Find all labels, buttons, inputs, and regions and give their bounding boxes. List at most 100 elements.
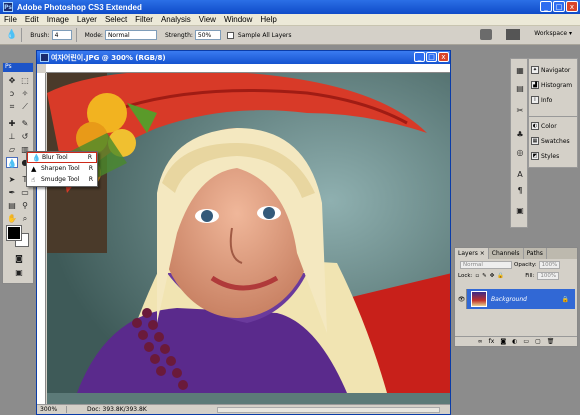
delete-layer-icon[interactable]: 🗑: [547, 338, 555, 345]
layer-background[interactable]: 👁 Background 🔒: [457, 289, 575, 309]
swatches-icon: ▦: [531, 137, 539, 145]
menu-view[interactable]: View: [195, 15, 220, 24]
doc-minimize-button[interactable]: _: [414, 52, 425, 62]
flyout-sharpen-tool[interactable]: ▲ Sharpen Tool R: [27, 163, 97, 174]
minimize-button[interactable]: _: [540, 1, 552, 12]
link-layers-icon[interactable]: ∞: [478, 338, 483, 345]
info-panel-tab[interactable]: i Info: [531, 96, 552, 104]
histogram-panel-tab[interactable]: ▟ Histogram: [531, 81, 572, 89]
brush-picker[interactable]: 4: [51, 30, 72, 40]
doc-maximize-button[interactable]: □: [426, 52, 437, 62]
crop-tool-icon[interactable]: ⌗: [6, 101, 18, 112]
path-selection-tool-icon[interactable]: ➤: [6, 174, 18, 185]
brush-tool-icon[interactable]: ✎: [19, 118, 31, 129]
eye-icon[interactable]: 👁: [457, 289, 467, 309]
actions-icon[interactable]: ◎: [514, 147, 526, 158]
opacity-input[interactable]: 100%: [538, 261, 561, 269]
menu-edit[interactable]: Edit: [21, 15, 43, 24]
menu-select[interactable]: Select: [101, 15, 131, 24]
fill-input[interactable]: 100%: [537, 272, 560, 280]
move-tool-icon[interactable]: ✥: [6, 75, 18, 86]
menu-analysis[interactable]: Analysis: [157, 15, 195, 24]
tab-channels[interactable]: Channels: [489, 248, 524, 259]
quick-mask-icon[interactable]: ◙: [13, 253, 25, 264]
slice-tool-icon[interactable]: ⟋: [19, 101, 31, 112]
paragraph-icon[interactable]: ¶: [514, 185, 526, 196]
tool-presets-icon[interactable]: ▤: [514, 83, 526, 94]
blend-mode-select[interactable]: Normal: [460, 261, 512, 269]
clone-source-icon[interactable]: ♣: [514, 129, 526, 140]
marquee-tool-icon[interactable]: ⬚: [19, 75, 31, 86]
flyout-blur-tool[interactable]: 💧 Blur Tool R: [27, 152, 97, 163]
foreground-color-swatch[interactable]: [6, 225, 22, 241]
panel-group-list: ✦ Navigator ▟ Histogram i Info ◐ Color ▦ Swat…: [528, 58, 578, 168]
screen-mode-icon[interactable]: ▣: [13, 267, 25, 278]
layer-style-icon[interactable]: fx: [489, 338, 495, 345]
sample-all-layers-checkbox[interactable]: [226, 31, 234, 39]
brush-size: 4: [54, 31, 59, 39]
menu-help[interactable]: Help: [256, 15, 280, 24]
new-group-icon[interactable]: ▭: [523, 338, 529, 345]
blur-tool-button-icon[interactable]: 💧: [6, 157, 18, 168]
color-icon: ◐: [531, 122, 539, 130]
vertical-ruler: [37, 73, 46, 404]
notes-tool-icon[interactable]: ▤: [6, 200, 18, 211]
tab-layers[interactable]: Layers ×: [455, 248, 489, 259]
layer-thumbnail: [471, 291, 487, 307]
image-canvas[interactable]: [47, 73, 450, 404]
panel-label: Info: [541, 96, 553, 104]
styles-icon: ◩: [531, 152, 539, 160]
eyedropper-tool-icon[interactable]: ⚲: [19, 200, 31, 211]
layers-panel-tabs: Layers × Channels Paths: [455, 248, 577, 259]
menu-file[interactable]: File: [0, 15, 21, 24]
blur-tool-icon[interactable]: 💧: [6, 30, 17, 40]
menu-layer[interactable]: Layer: [73, 15, 101, 24]
histogram-icon: ▟: [531, 81, 539, 89]
navigator-panel-tab[interactable]: ✦ Navigator: [531, 66, 570, 74]
zoom-level[interactable]: 300%: [37, 406, 67, 413]
character-icon[interactable]: A: [514, 169, 526, 180]
strength-input[interactable]: 50%: [194, 30, 221, 40]
horizontal-scrollbar[interactable]: [217, 407, 440, 413]
clone-stamp-tool-icon[interactable]: ⊥: [6, 131, 18, 142]
bridge-icon[interactable]: [480, 29, 492, 40]
layer-mask-icon[interactable]: ◙: [500, 338, 506, 345]
lock-all-icon[interactable]: 🔒: [497, 273, 504, 279]
healing-brush-tool-icon[interactable]: ✚: [6, 118, 18, 129]
workspace-menu[interactable]: Workspace ▾: [534, 30, 572, 37]
hand-tool-icon[interactable]: ✋: [6, 213, 18, 224]
close-button[interactable]: x: [566, 1, 578, 12]
color-panel-tab[interactable]: ◐ Color: [531, 122, 557, 130]
styles-panel-tab[interactable]: ◩ Styles: [531, 152, 559, 160]
magic-wand-tool-icon[interactable]: ✧: [19, 88, 31, 99]
swatches-panel-tab[interactable]: ▦ Swatches: [531, 137, 570, 145]
eraser-tool-icon[interactable]: ▱: [6, 144, 18, 155]
toolbox-header: Ps: [3, 63, 33, 72]
menu-window[interactable]: Window: [220, 15, 256, 24]
strength-label: Strength:: [164, 31, 193, 39]
shape-tool-icon[interactable]: ▭: [19, 187, 31, 198]
pen-tool-icon[interactable]: ✒: [6, 187, 18, 198]
zoom-tool-icon[interactable]: ⌕: [19, 213, 31, 224]
brushes-palette-icon[interactable]: [506, 29, 520, 40]
lock-position-icon[interactable]: ✥: [490, 273, 495, 279]
new-layer-icon[interactable]: ▢: [535, 338, 541, 345]
mode-select[interactable]: Normal: [104, 30, 157, 40]
layer-comps-icon[interactable]: ▣: [514, 205, 526, 216]
adjustment-layer-icon[interactable]: ◐: [512, 338, 517, 345]
menu-image[interactable]: Image: [43, 15, 73, 24]
maximize-button[interactable]: □: [553, 1, 565, 12]
lasso-tool-icon[interactable]: ↄ: [6, 88, 18, 99]
tools-icon[interactable]: ✂: [514, 105, 526, 116]
app-logo: Ps: [3, 2, 13, 12]
brushes-icon[interactable]: ▦: [514, 65, 526, 76]
doc-close-button[interactable]: x: [438, 52, 449, 62]
lock-pixels-icon[interactable]: ✎: [482, 273, 487, 279]
horizontal-ruler: [46, 64, 450, 73]
history-brush-tool-icon[interactable]: ↺: [19, 131, 31, 142]
flyout-smudge-tool[interactable]: ☝ Smudge Tool R: [27, 174, 97, 185]
lock-transparency-icon[interactable]: ▫: [475, 273, 479, 279]
tab-paths[interactable]: Paths: [524, 248, 547, 259]
menu-filter[interactable]: Filter: [131, 15, 157, 24]
layer-name: Background: [491, 295, 527, 303]
